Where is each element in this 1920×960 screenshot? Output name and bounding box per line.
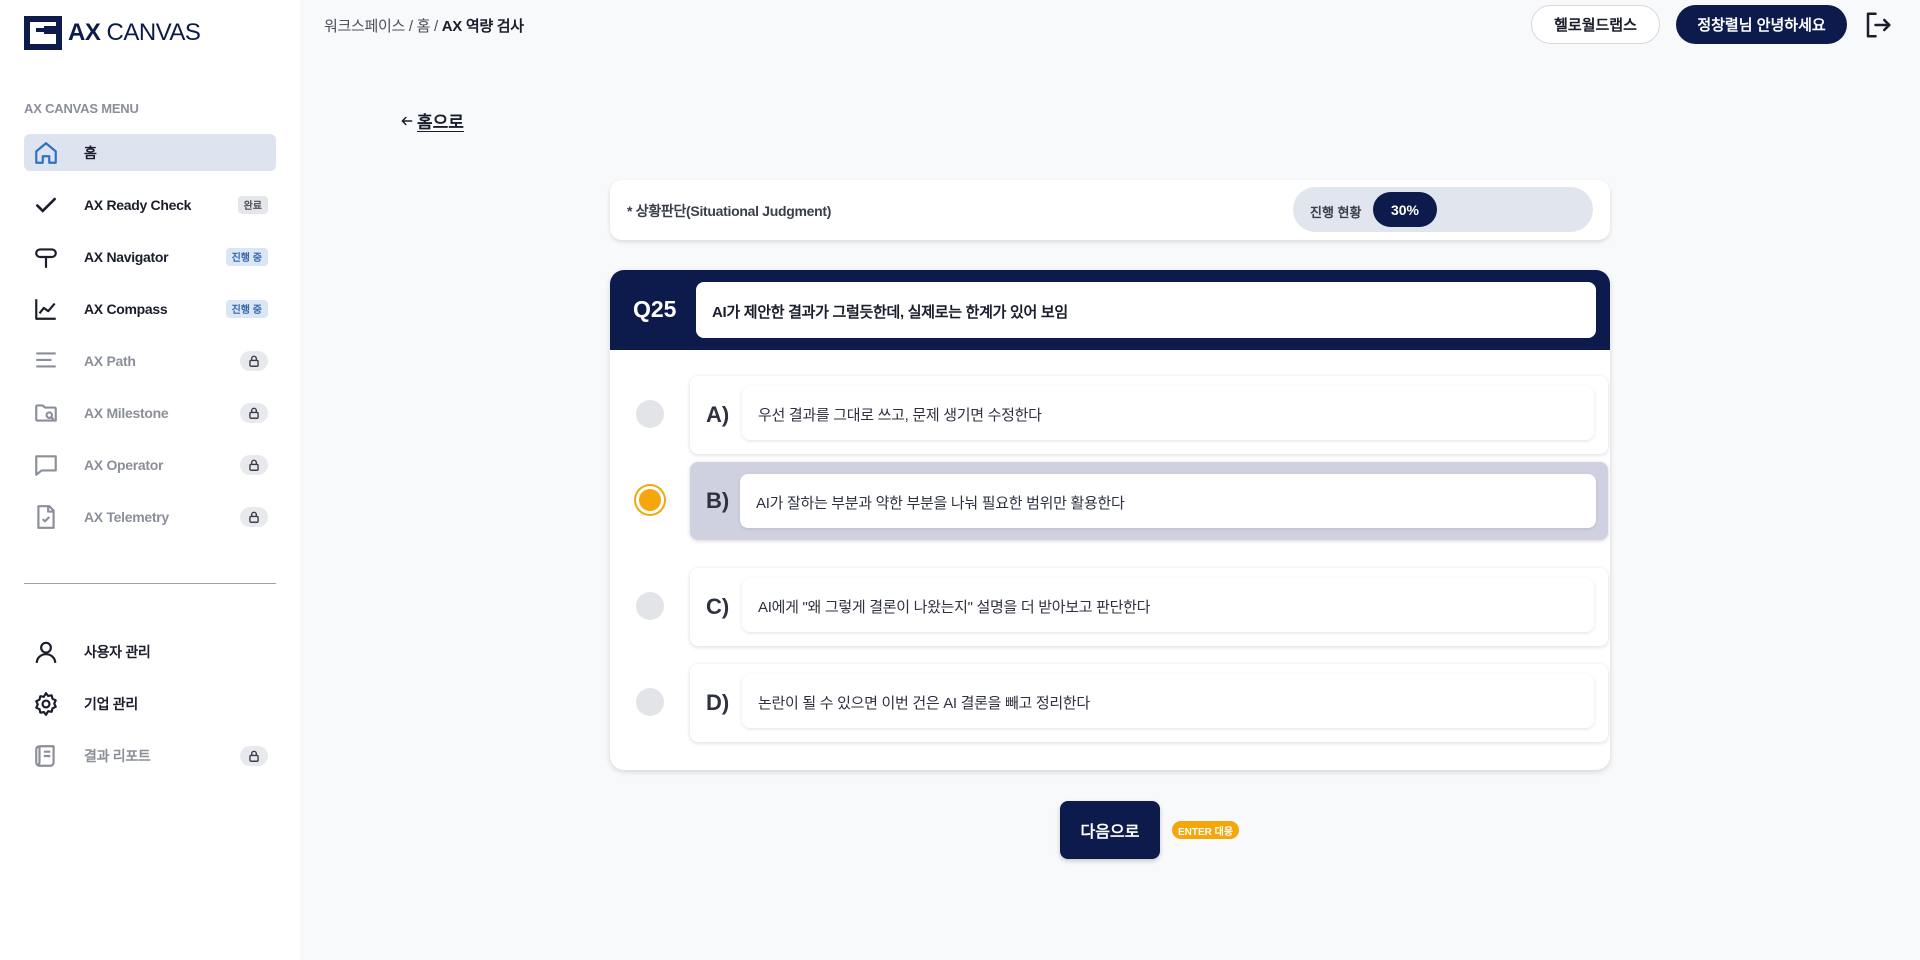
option-text-box: 논란이 될 수 있으면 이번 건은 AI 결론을 빼고 정리한다 [742, 674, 1594, 728]
sidebar-item-ax-telemetry[interactable]: AX Telemetry [24, 498, 276, 535]
sidebar: AX CANVAS AX CANVAS MENU 홈 AX Ready Chec… [0, 0, 300, 960]
option-text: 논란이 될 수 있으면 이번 건은 AI 결론을 빼고 정리한다 [758, 695, 1090, 712]
logo-text: AX CANVAS [68, 19, 201, 46]
question-status-card: * 상황판단(Situational Judgment) 진행 현황 30% [610, 180, 1610, 240]
question-category: * 상황판단(Situational Judgment) [627, 203, 832, 219]
option-letter: A) [706, 402, 730, 427]
sidebar-item-company-management[interactable]: 기업 관리 [24, 685, 276, 722]
back-link-label: 홈으로 [417, 113, 464, 132]
sidebar-item-result-report[interactable]: 결과 리포트 [24, 737, 276, 774]
lock-icon [240, 454, 268, 475]
radio-button[interactable] [636, 592, 664, 620]
option-text: AI에게 "왜 그렇게 결론이 나왔는지" 설명을 더 받아보고 판단한다 [758, 599, 1151, 616]
sidebar-item-label: 결과 리포트 [84, 747, 151, 764]
sidebar-item-ax-ready-check[interactable]: AX Ready Check 완료 [24, 186, 276, 223]
back-to-home-link[interactable]: 홈으로 [400, 108, 464, 133]
sidebar-item-ax-compass[interactable]: AX Compass 진행 중 [24, 290, 276, 327]
option-letter: D) [706, 690, 730, 715]
question-text: AI가 제안한 결과가 그럴듯한데, 실제로는 한계가 있어 보임 [712, 304, 1068, 321]
sidebar-item-label: AX Telemetry [84, 508, 169, 525]
option-box[interactable]: C) AI에게 "왜 그렇게 결론이 나왔는지" 설명을 더 받아보고 판단한다 [690, 568, 1608, 646]
question-header: Q25 AI가 제안한 결과가 그럴듯한데, 실제로는 한계가 있어 보임 [610, 270, 1610, 350]
sidebar-item-label: AX Operator [84, 456, 164, 473]
option-letter: C) [706, 594, 730, 619]
answer-option-a[interactable]: A) 우선 결과를 그대로 쓰고, 문제 생기면 수정한다 [610, 376, 1610, 456]
progress-track: 30% [1373, 192, 1583, 227]
status-badge: 진행 중 [225, 299, 268, 318]
answer-option-c[interactable]: C) AI에게 "왜 그렇게 결론이 나왔는지" 설명을 더 받아보고 판단한다 [610, 568, 1610, 648]
question-text-box: AI가 제안한 결과가 그럴듯한데, 실제로는 한계가 있어 보임 [696, 282, 1596, 338]
enter-shortcut-badge: ENTER 대응 [1172, 821, 1240, 839]
admin-menu: 사용자 관리 기업 관리 결과 리포트 [24, 633, 276, 789]
home-icon [32, 139, 60, 167]
lock-icon [240, 402, 268, 423]
signpost-icon [32, 243, 60, 271]
option-text: 우선 결과를 그대로 쓰고, 문제 생기면 수정한다 [758, 407, 1042, 424]
radio-button[interactable] [636, 400, 664, 428]
lock-icon [240, 350, 268, 371]
question-number: Q25 [633, 296, 677, 322]
progress-label: 진행 현황 [1310, 205, 1362, 220]
sidebar-item-ax-milestone[interactable]: AX Milestone [24, 394, 276, 431]
sidebar-item-label: 기업 관리 [84, 695, 138, 712]
gear-icon [32, 690, 60, 718]
option-text-box: 우선 결과를 그대로 쓰고, 문제 생기면 수정한다 [742, 386, 1594, 440]
line-chart-icon [32, 295, 60, 323]
progress-indicator: 진행 현황 30% [1293, 187, 1593, 232]
check-icon [32, 191, 60, 219]
progress-fill: 30% [1373, 192, 1437, 227]
user-greeting-button[interactable]: 정창렬님 안녕하세요 [1676, 5, 1847, 44]
option-box[interactable]: B) AI가 잘하는 부분과 약한 부분을 나눠 필요한 범위만 활용한다 [690, 462, 1608, 540]
sidebar-item-ax-operator[interactable]: AX Operator [24, 446, 276, 483]
sidebar-item-user-management[interactable]: 사용자 관리 [24, 633, 276, 670]
sidebar-item-ax-navigator[interactable]: AX Navigator 진행 중 [24, 238, 276, 275]
sidebar-item-ax-path[interactable]: AX Path [24, 342, 276, 379]
menu-caption: AX CANVAS MENU [24, 101, 139, 116]
status-badge: 진행 중 [225, 247, 268, 266]
app-logo[interactable]: AX CANVAS [24, 16, 201, 50]
text-lines-icon [32, 347, 60, 375]
next-button[interactable]: 다음으로 [1060, 801, 1160, 859]
answer-option-b[interactable]: B) AI가 잘하는 부분과 약한 부분을 나눠 필요한 범위만 활용한다 [610, 462, 1610, 542]
radio-button[interactable] [636, 688, 664, 716]
sidebar-item-label: AX Ready Check [84, 196, 192, 213]
chat-icon [32, 451, 60, 479]
breadcrumb-separator: / [430, 18, 442, 35]
sidebar-item-label: 홈 [84, 144, 97, 161]
sidebar-divider [24, 583, 276, 584]
logo-mark-icon [24, 16, 62, 50]
arrow-left-icon [401, 116, 413, 125]
option-box[interactable]: A) 우선 결과를 그대로 쓰고, 문제 생기면 수정한다 [690, 376, 1608, 454]
lock-icon [240, 745, 268, 766]
radio-button-selected[interactable] [636, 486, 664, 514]
workspace-button[interactable]: 헬로월드랩스 [1531, 5, 1660, 44]
option-text-box: AI가 잘하는 부분과 약한 부분을 나눠 필요한 범위만 활용한다 [740, 474, 1596, 528]
breadcrumb-home[interactable]: 홈 [417, 18, 431, 35]
breadcrumb-current: AX 역량 검사 [441, 18, 524, 35]
breadcrumb: 워크스페이스 / 홈 / AX 역량 검사 [324, 15, 524, 36]
question-card: Q25 AI가 제안한 결과가 그럴듯한데, 실제로는 한계가 있어 보임 A)… [610, 270, 1610, 770]
lock-icon [240, 506, 268, 527]
scroll-icon [32, 742, 60, 770]
file-check-icon [32, 503, 60, 531]
sidebar-item-label: AX Compass [84, 300, 168, 317]
breadcrumb-separator: / [405, 18, 417, 35]
folder-search-icon [32, 399, 60, 427]
option-text-box: AI에게 "왜 그렇게 결론이 나왔는지" 설명을 더 받아보고 판단한다 [742, 578, 1594, 632]
breadcrumb-workspace[interactable]: 워크스페이스 [324, 18, 405, 35]
option-text: AI가 잘하는 부분과 약한 부분을 나눠 필요한 범위만 활용한다 [756, 495, 1125, 512]
user-icon [32, 638, 60, 666]
sidebar-item-label: AX Navigator [84, 248, 169, 265]
sidebar-item-label: AX Milestone [84, 404, 169, 421]
status-badge: 완료 [237, 195, 268, 214]
logout-icon[interactable] [1862, 9, 1894, 41]
sidebar-item-label: AX Path [84, 352, 136, 369]
sidebar-item-label: 사용자 관리 [84, 643, 151, 660]
option-box[interactable]: D) 논란이 될 수 있으면 이번 건은 AI 결론을 빼고 정리한다 [690, 664, 1608, 742]
main-menu: 홈 AX Ready Check 완료 AX Navigator 진행 중 AX… [24, 134, 276, 550]
sidebar-item-home[interactable]: 홈 [24, 134, 276, 171]
option-letter: B) [706, 488, 730, 513]
answer-option-d[interactable]: D) 논란이 될 수 있으면 이번 건은 AI 결론을 빼고 정리한다 [610, 664, 1610, 744]
